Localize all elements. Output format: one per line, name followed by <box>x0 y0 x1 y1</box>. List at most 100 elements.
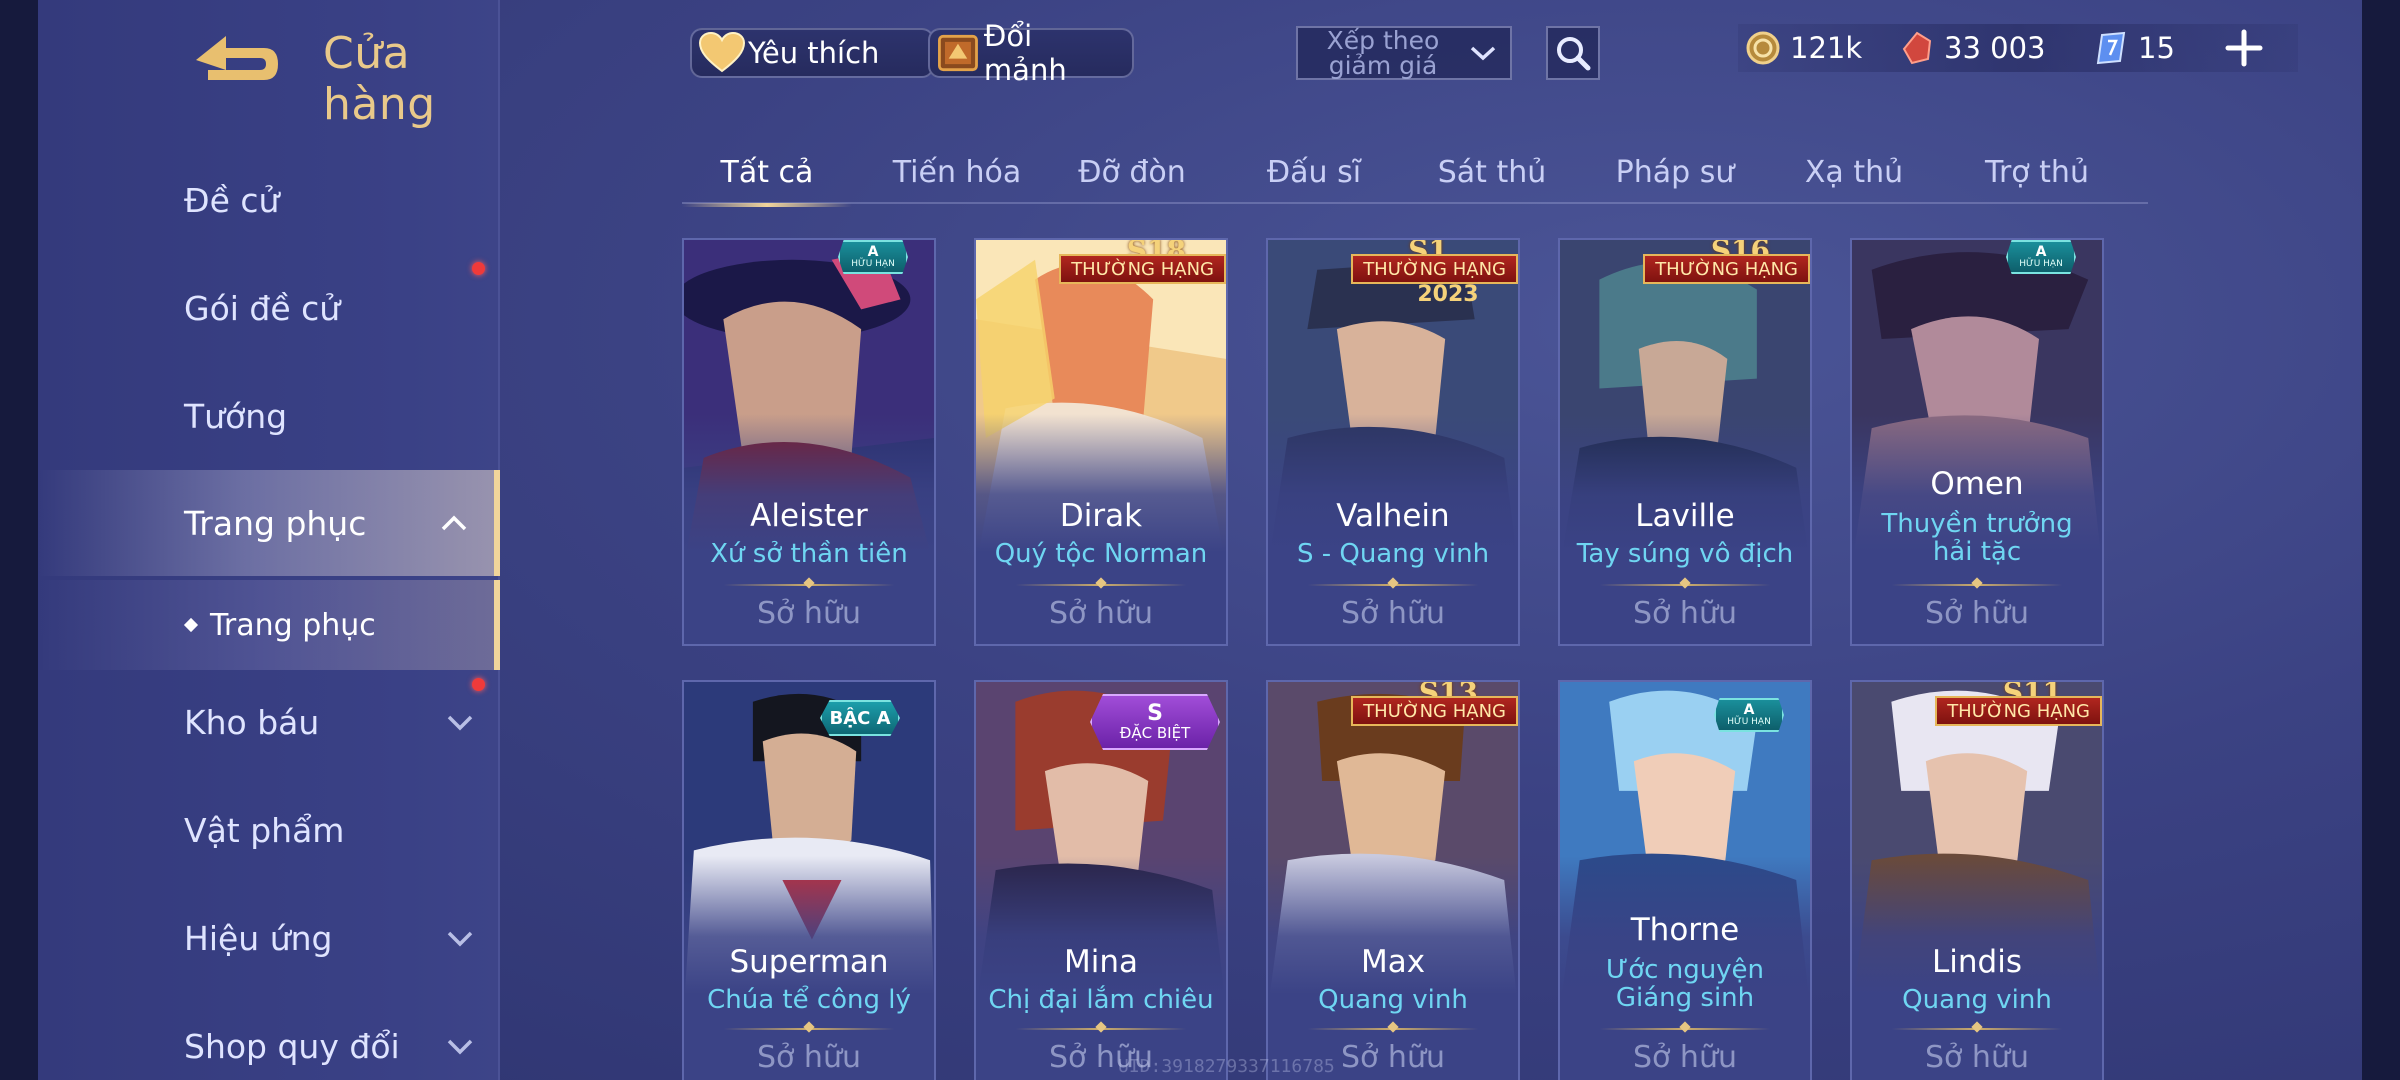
sidebar-item-skins[interactable]: Trang phục <box>38 470 500 576</box>
store-screen: Cửa hàng Đề cử Gói đề cử Tướng Trang phụ… <box>38 0 2362 1080</box>
skin-card[interactable]: A HỮU HẠN Omen Thuyền trưởng hải tặc Sở … <box>1850 238 2104 646</box>
hero-name: Valhein <box>1336 498 1450 534</box>
tab-assassin[interactable]: Sát thủ <box>1412 140 1572 204</box>
sidebar-item-label: Trang phục <box>184 503 367 543</box>
gem-currency: 15 <box>2094 24 2175 72</box>
skin-name: Quang vinh <box>1902 985 2052 1015</box>
sort-dropdown[interactable]: Xếp theo giảm giá <box>1296 26 1512 80</box>
chevron-down-icon <box>447 1039 473 1055</box>
sidebar-subitem-label: Trang phục <box>210 607 376 643</box>
skin-name: Xứ sở thần tiên <box>710 539 908 569</box>
notification-dot <box>472 678 485 691</box>
category-tabs: Tất cả Tiến hóa Đỡ đòn Đấu sĩ Sát thủ Ph… <box>682 140 2148 207</box>
uid-watermark: UID:3918279337116785 <box>1118 1056 1335 1077</box>
skin-name: Chị đại lắm chiêu <box>988 985 1214 1015</box>
badge-limited: HỮU HẠN <box>851 259 895 269</box>
skin-card[interactable]: S18 THƯỜNG HẠNG Dirak Quý tộc Norman Sở … <box>974 238 1228 646</box>
exchange-shards-label: Đổi mảnh <box>983 19 1067 87</box>
sidebar-item-treasure[interactable]: Kho báu <box>38 672 500 772</box>
hero-name: Laville <box>1635 498 1735 534</box>
heart-icon <box>698 31 746 73</box>
sidebar-item-exchange-shop[interactable]: Shop quy đổi <box>38 996 500 1080</box>
limited-a-badge: A HỮU HẠN <box>2006 240 2076 274</box>
skin-card[interactable]: BẬC A Superman Chúa tể công lý Sở hữu <box>682 680 936 1080</box>
skin-name: Quang vinh <box>1318 985 1468 1015</box>
owned-label: Sở hữu <box>1341 596 1445 631</box>
owned-label: Sở hữu <box>1633 596 1737 631</box>
card-divider <box>724 584 894 586</box>
skin-card[interactable]: A HỮU HẠN Aleister Xứ sở thần tiên Sở hữ… <box>682 238 936 646</box>
skin-name: Chúa tể công lý <box>707 985 911 1015</box>
card-divider <box>1600 1028 1770 1030</box>
card-divider <box>1308 584 1478 586</box>
owned-label: Sở hữu <box>1925 1040 2029 1075</box>
red-voucher-icon <box>1902 31 1932 65</box>
sidebar-item-label: Hiệu ứng <box>184 918 333 958</box>
skin-card[interactable]: S ĐẶC BIỆT Mina Chị đại lắm chiêu Sở hữu <box>974 680 1228 1080</box>
card-divider <box>1016 1028 1186 1030</box>
skin-card[interactable]: A HỮU HẠN Thorne Ước nguyện Giáng sinh S… <box>1558 680 1812 1080</box>
exchange-shards-button[interactable]: Đổi mảnh <box>928 19 1134 87</box>
search-button[interactable] <box>1546 26 1600 80</box>
hero-name: Superman <box>729 944 889 980</box>
sidebar-item-effects[interactable]: Hiệu ứng <box>38 888 500 988</box>
sidebar-item-label: Vật phẩm <box>184 810 345 850</box>
card-divider <box>1892 584 2062 586</box>
hero-name: Max <box>1360 944 1426 980</box>
tab-tank[interactable]: Đỡ đòn <box>1052 140 1212 204</box>
sidebar-item-label: Gói đề cử <box>184 288 341 328</box>
badge-limited: HỮU HẠN <box>2019 259 2063 269</box>
back-button[interactable] <box>186 30 282 90</box>
search-icon <box>1557 37 1591 71</box>
favorite-label: Yêu thích <box>748 36 880 70</box>
owned-label: Sở hữu <box>1633 1040 1737 1075</box>
hero-name: Aleister <box>750 498 868 534</box>
blue-gem-icon <box>2096 31 2126 65</box>
badge-grade: A <box>867 244 879 260</box>
sidebar-item-label: Shop quy đổi <box>184 1026 400 1066</box>
grade-bac-a-badge: BẬC A <box>820 700 900 736</box>
hero-name: Lindis <box>1932 944 2022 980</box>
skin-name: Tay súng vô địch <box>1576 539 1794 569</box>
special-grade: S <box>1147 701 1163 726</box>
voucher-amount: 33 003 <box>1944 31 2046 65</box>
sidebar: Cửa hàng Đề cử Gói đề cử Tướng Trang phụ… <box>38 0 500 1080</box>
sidebar-item-recommended-packs[interactable]: Gói đề cử <box>38 258 500 358</box>
limited-a-badge: A HỮU HẠN <box>1714 698 1784 732</box>
hero-name: Mina <box>1063 944 1138 980</box>
sort-label: Xếp theo giảm giá <box>1326 26 1440 80</box>
tab-fighter[interactable]: Đấu sĩ <box>1234 140 1394 204</box>
chevron-down-icon <box>447 715 473 731</box>
sidebar-item-label: Đề cử <box>184 180 280 220</box>
year-badge: 2023 <box>1417 282 1479 307</box>
skin-card[interactable]: S11 THƯỜNG HẠNG Lindis Quang vinh Sở hữu <box>1850 680 2104 1080</box>
sidebar-subitem-skins[interactable]: Trang phục <box>38 580 500 670</box>
favorite-button[interactable]: Yêu thích <box>690 28 934 78</box>
chevron-down-icon <box>447 931 473 947</box>
tab-marksman[interactable]: Xạ thủ <box>1774 140 1934 204</box>
rank-badge: THƯỜNG HẠNG <box>1351 696 1518 726</box>
owned-label: Sở hữu <box>757 596 861 631</box>
skin-card[interactable]: S1 THƯỜNG HẠNG 2023 Valhein S - Quang vi… <box>1266 238 1520 646</box>
tab-evolution[interactable]: Tiến hóa <box>872 140 1042 204</box>
tab-mage[interactable]: Pháp sư <box>1590 140 1760 204</box>
skin-card[interactable]: S16 THƯỜNG HẠNG Laville Tay súng vô địch… <box>1558 238 1812 646</box>
skin-name: S - Quang vinh <box>1296 539 1490 569</box>
sidebar-item-label: Tướng <box>184 396 288 436</box>
badge-grade: A <box>2035 244 2047 260</box>
page-title: Cửa hàng <box>323 28 436 130</box>
sidebar-item-heroes[interactable]: Tướng <box>38 366 500 466</box>
skin-card[interactable]: S13 THƯỜNG HẠNG Max Quang vinh Sở hữu <box>1266 680 1520 1080</box>
owned-label: Sở hữu <box>1049 596 1153 631</box>
rank-badge: THƯỜNG HẠNG <box>1935 696 2102 726</box>
hero-name: Omen <box>1930 466 2024 502</box>
rank-badge: THƯỜNG HẠNG <box>1351 254 1518 284</box>
tab-all[interactable]: Tất cả <box>682 140 852 207</box>
card-divider <box>1600 584 1770 586</box>
tab-support[interactable]: Trợ thủ <box>1952 140 2122 204</box>
add-currency-plus-icon[interactable] <box>2224 28 2264 68</box>
sidebar-item-recommended[interactable]: Đề cử <box>38 150 500 250</box>
sidebar-item-items[interactable]: Vật phẩm <box>38 780 500 880</box>
chevron-down-icon <box>1470 46 1496 61</box>
gold-amount: 121k <box>1790 31 1863 65</box>
